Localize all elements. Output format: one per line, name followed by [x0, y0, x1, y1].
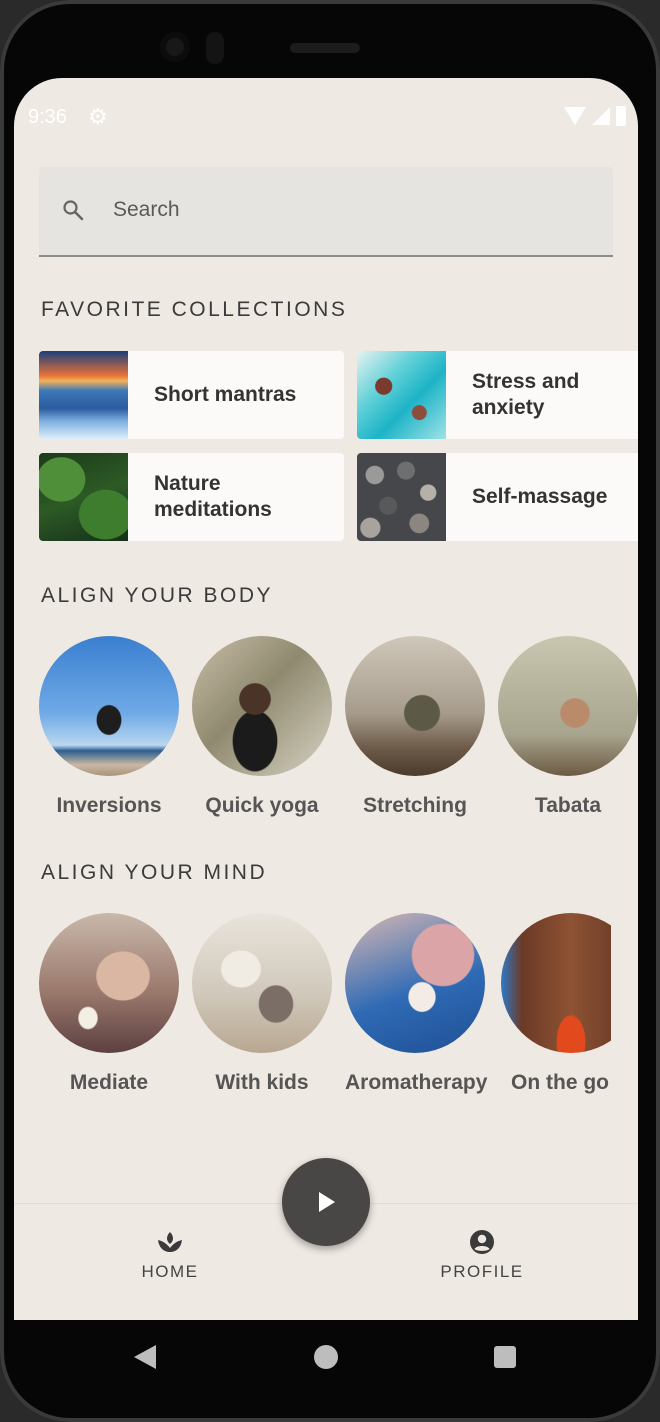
- body-item-stretching[interactable]: Stretching: [345, 636, 485, 818]
- play-icon: [319, 1192, 335, 1212]
- body-item-inversions[interactable]: Inversions: [39, 636, 179, 818]
- mind-item-label: Aromatherapy: [345, 1071, 488, 1094]
- earpiece-speaker: [290, 43, 360, 53]
- align-body-heading: ALIGN YOUR BODY: [41, 584, 273, 607]
- collection-card-short-mantras[interactable]: Short mantras: [39, 351, 344, 439]
- collection-label: Stress and anxiety: [472, 370, 580, 419]
- quick-yoga-image: [192, 636, 332, 776]
- front-camera: [160, 32, 190, 62]
- mind-item-label: On the go: [511, 1071, 609, 1094]
- mind-item-mediate[interactable]: Mediate: [39, 913, 179, 1095]
- search-bar[interactable]: [39, 167, 613, 257]
- mind-item-label: Mediate: [69, 1071, 149, 1094]
- aerial-sea-image: [357, 351, 446, 439]
- body-item-quick-yoga[interactable]: Quick yoga: [192, 636, 332, 818]
- proximity-sensor: [206, 32, 224, 64]
- align-mind-heading: ALIGN YOUR MIND: [41, 861, 268, 884]
- ocean-sunset-image: [39, 351, 128, 439]
- tabata-image: [498, 636, 638, 776]
- spa-icon: [90, 1228, 250, 1256]
- favorite-collections-heading: FAVORITE COLLECTIONS: [41, 298, 348, 321]
- play-button[interactable]: [282, 1158, 370, 1246]
- battery-icon: [616, 106, 626, 126]
- system-navigation-bar: [0, 1320, 660, 1395]
- recents-icon[interactable]: [494, 1346, 516, 1368]
- body-item-label: Stretching: [363, 794, 467, 817]
- gear-icon: ⚙: [88, 104, 108, 129]
- nav-profile-label: PROFILE: [440, 1262, 524, 1281]
- status-bar: 9:36 ⚙: [14, 78, 638, 158]
- body-item-label: Quick yoga: [205, 794, 319, 817]
- app-screen: 9:36 ⚙ FAVORITE COLLECTIONS Short mantra…: [14, 78, 638, 1320]
- monstera-leaves-image: [39, 453, 128, 541]
- mind-item-aromatherapy[interactable]: Aromatherapy: [345, 913, 488, 1095]
- collection-label: Short mantras: [154, 383, 297, 406]
- status-icons: [564, 106, 626, 126]
- status-time: 9:36: [28, 106, 67, 128]
- mind-item-on-the-go[interactable]: On the go: [501, 913, 611, 1095]
- home-circle-icon[interactable]: [314, 1345, 338, 1369]
- inversions-image: [39, 636, 179, 776]
- collection-card-self-massage[interactable]: Self-massage: [357, 453, 638, 541]
- aromatherapy-image: [345, 913, 485, 1053]
- signal-icon: [592, 107, 610, 125]
- pebbles-image: [357, 453, 446, 541]
- body-item-label: Tabata: [534, 794, 602, 817]
- collection-card-stress-anxiety[interactable]: Stress and anxiety: [357, 351, 638, 439]
- search-icon: [61, 198, 85, 227]
- stretching-image: [345, 636, 485, 776]
- account-circle-icon: [402, 1228, 562, 1256]
- with-kids-image: [192, 913, 332, 1053]
- collection-label: Self-massage: [472, 485, 608, 508]
- mind-item-label: With kids: [215, 1071, 309, 1094]
- search-input[interactable]: [111, 189, 595, 231]
- collection-label: Nature meditations: [154, 472, 272, 521]
- nav-profile[interactable]: PROFILE: [402, 1228, 562, 1282]
- on-the-go-image: [501, 913, 611, 1053]
- wifi-icon: [564, 107, 586, 125]
- phone-frame: 9:36 ⚙ FAVORITE COLLECTIONS Short mantra…: [0, 0, 660, 1422]
- mind-item-with-kids[interactable]: With kids: [192, 913, 332, 1095]
- mediate-image: [39, 913, 179, 1053]
- nav-home-label: HOME: [141, 1262, 199, 1281]
- back-icon[interactable]: [134, 1345, 156, 1369]
- body-item-tabata[interactable]: Tabata: [498, 636, 638, 818]
- collection-card-nature-meditations[interactable]: Nature meditations: [39, 453, 344, 541]
- body-item-label: Inversions: [56, 794, 162, 817]
- nav-home[interactable]: HOME: [90, 1228, 250, 1282]
